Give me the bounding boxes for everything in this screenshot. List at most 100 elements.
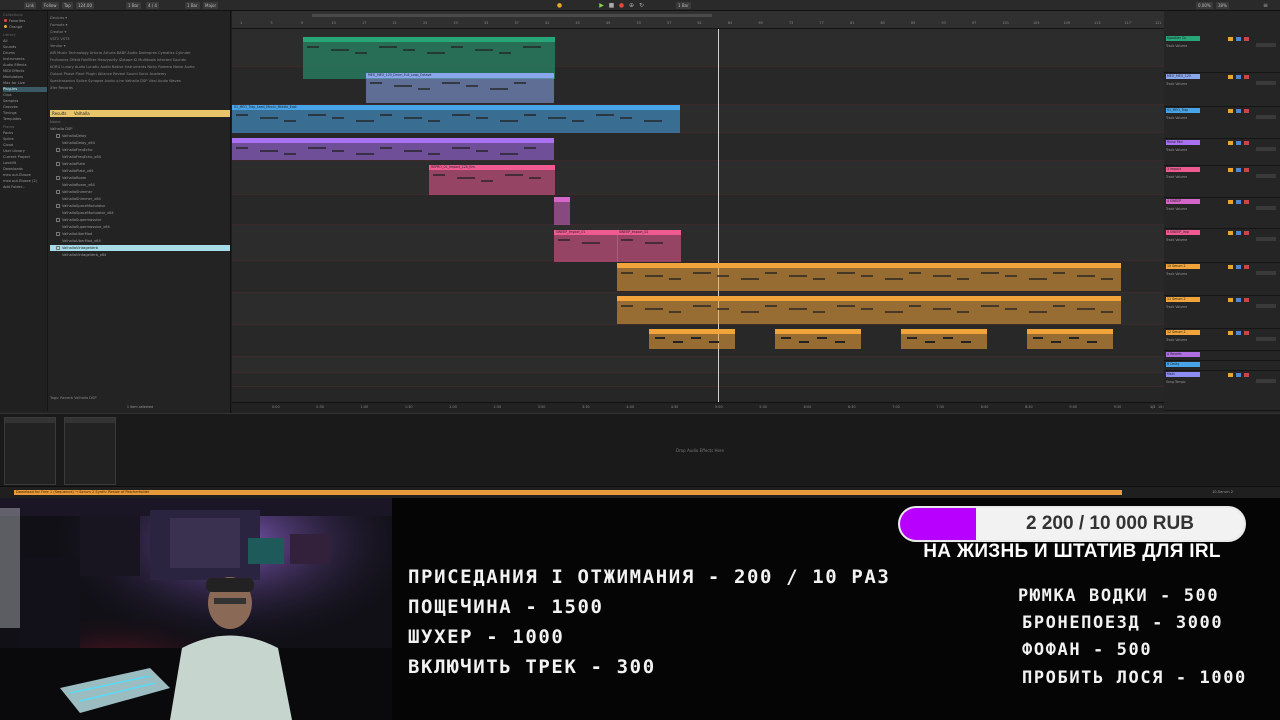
device-header[interactable] [65,418,115,423]
track-activator-button[interactable] [1228,265,1233,269]
arm-button[interactable] [1244,331,1249,335]
device-header[interactable] [5,418,55,423]
audio-clip[interactable]: 01_MEO_Trap_Lead_Ethnic_Middle_East [232,105,680,133]
arm-button[interactable] [1244,75,1249,79]
audio-clip[interactable] [232,138,554,160]
mixer-track-name[interactable]: Main [1166,372,1200,377]
track-lane[interactable] [232,225,1164,261]
mixer-track[interactable]: Spookier Gu Track Volume [1164,35,1280,73]
mixer-track-name[interactable]: Spookier Gu [1166,36,1200,41]
sidebar-item-category[interactable]: Samples [3,99,18,104]
list-item[interactable]: ValhallaSpaceModulator_x64 [50,210,230,216]
time-signature[interactable]: 4 / 4 [146,2,159,9]
track-lane[interactable] [232,373,1164,387]
filter-row[interactable]: Fruitzonez Olfeld FabFilter Heavyocity i… [50,58,186,63]
audio-clip[interactable] [649,329,735,349]
sidebar-item-category[interactable]: MIDI Effects [3,69,24,74]
list-item[interactable]: ValhallaFreqEcho_x64 [50,154,230,160]
sidebar-item-place[interactable]: meo out.Elosee (2) [3,179,37,184]
mixer-track[interactable]: 01_MEO_Trap Track Volume [1164,107,1280,139]
list-item[interactable]: ValhallaDelay_x64 [50,140,230,146]
solo-button[interactable] [1236,168,1241,172]
sidebar-item-place[interactable]: User Library [3,149,25,154]
list-item[interactable]: ValhallaShimmer [50,189,230,195]
solo-button[interactable] [1236,298,1241,302]
sidebar-item-category[interactable]: Templates [3,117,21,122]
track-activator-button[interactable] [1228,373,1233,377]
mixer-track-name[interactable]: 01_MEO_Trap [1166,108,1200,113]
filter-row[interactable]: VST2 VST3 [50,37,70,42]
play-icon[interactable]: ▶ [598,2,605,9]
menu-icon[interactable]: ≡ [1262,2,1269,9]
mixer-track[interactable]: A Reverb [1164,351,1280,361]
loop-icon[interactable]: ↻ [638,2,645,9]
solo-button[interactable] [1236,37,1241,41]
solo-button[interactable] [1236,265,1241,269]
filter-row[interactable]: Vendor ▾ [50,44,66,49]
list-item[interactable]: ValhallaDelay [50,133,230,139]
volume-field[interactable] [1256,379,1276,383]
audio-clip[interactable] [901,329,987,349]
loop-length[interactable]: 1 Bar [676,2,691,9]
track-activator-button[interactable] [1228,331,1233,335]
loop-brace[interactable] [312,14,712,17]
volume-field[interactable] [1256,147,1276,151]
arm-button[interactable] [1244,168,1249,172]
volume-field[interactable] [1256,304,1276,308]
solo-button[interactable] [1236,109,1241,113]
audio-clip[interactable]: MEO_MEO_120_Drum_Full_Loop_Octave [366,73,554,103]
audio-clip[interactable] [775,329,861,349]
track-activator-button[interactable] [1228,200,1233,204]
filter-row[interactable]: Xfer Records [50,86,73,91]
link-button[interactable]: Link [24,2,37,9]
track-lane[interactable] [232,161,1164,195]
sidebar-item-place[interactable]: Lovelift [3,161,16,166]
filter-row[interactable]: Spectrasonics Splice Synapse Audio u-he … [50,79,181,84]
list-item[interactable]: ValhallaRoom_x64 [50,182,230,188]
solo-button[interactable] [1236,231,1241,235]
follow-button[interactable]: Follow [42,2,59,9]
mixer-track-name[interactable]: 10 Serum 2 [1166,264,1200,269]
launch-quantize[interactable]: 1 Bar [185,2,200,9]
mixer-track[interactable]: 3 Impact Track Volume [1164,166,1280,198]
mixer-track-name[interactable]: Rinse Pad [1166,140,1200,145]
arm-button[interactable] [1244,298,1249,302]
list-item[interactable]: ValhallaRoom [50,175,230,181]
arm-button[interactable] [1244,37,1249,41]
mixer-track-name[interactable]: 3 Impact [1166,167,1200,172]
stop-icon[interactable]: ■ [608,2,615,9]
audio-clip[interactable] [554,197,570,225]
solo-button[interactable] [1236,373,1241,377]
volume-field[interactable] [1256,174,1276,178]
mixer-track-name[interactable]: A Reverb [1166,352,1200,357]
beat-ruler[interactable]: 1 5 9 13 17 21 25 29 33 37 41 45 49 53 57 61 65 69 73 77 81 8… [232,11,1164,29]
sidebar-item-place[interactable]: Cloud [3,143,13,148]
filter-row[interactable]: Output Phase Plant Plugin Alliance Revea… [50,72,166,77]
scale-select[interactable]: Major [203,2,219,9]
page-indicator[interactable]: 1/2 [1150,405,1155,409]
sidebar-item-category[interactable]: Instruments [3,57,25,62]
mixer-track-name[interactable]: 12 Serum 2 [1166,330,1200,335]
sidebar-item-category[interactable]: Sounds [3,45,16,50]
list-item[interactable]: ValhallaPlate [50,161,230,167]
sidebar-item-category[interactable]: All [3,39,7,44]
filter-row[interactable]: Formats ▾ [50,23,67,28]
arm-button[interactable] [1244,200,1249,204]
sidebar-item-category[interactable]: Grooves [3,105,18,110]
tempo-field[interactable]: 124.00 [76,2,94,9]
quantize-select[interactable]: 1 Bar [126,2,141,9]
filter-row[interactable]: KORG Lunary Audio Lunatic Audio Native I… [50,65,195,70]
list-item[interactable]: ValhallaVintageVerb [50,245,230,251]
sidebar-item-category[interactable]: Audio Effects [3,63,27,68]
arm-button[interactable] [1244,373,1249,377]
filter-row[interactable]: AIR Music Technology Arturia Arturia BAB… [50,51,191,56]
mixer-track[interactable]: MEO_MEO_120 Track Volume [1164,73,1280,107]
metronome-icon[interactable]: ● [556,2,563,9]
audio-clip[interactable]: SWEEP_Impact_02 [617,230,681,262]
sidebar-item-category[interactable]: Plug-ins [3,87,47,92]
volume-field[interactable] [1256,115,1276,119]
solo-button[interactable] [1236,200,1241,204]
arm-button[interactable] [1244,109,1249,113]
sidebar-item-category[interactable]: Modulators [3,75,23,80]
arm-button[interactable] [1244,265,1249,269]
